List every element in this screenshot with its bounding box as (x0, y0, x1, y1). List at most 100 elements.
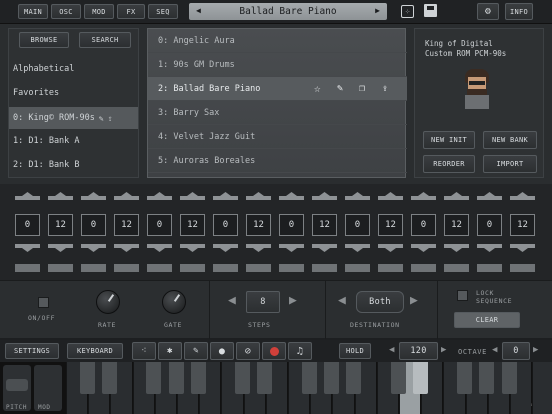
prev-preset-arrow-icon[interactable]: ◀ (196, 6, 201, 15)
step-value[interactable]: 0 (411, 214, 436, 236)
import-button[interactable]: IMPORT (483, 155, 537, 173)
step-value[interactable]: 0 (345, 214, 370, 236)
step-gate-bar[interactable] (147, 264, 172, 272)
lock-sequence-checkbox[interactable] (457, 290, 468, 301)
step-value[interactable]: 12 (378, 214, 403, 236)
step-gate-bar[interactable] (312, 264, 337, 272)
octave-increase-icon[interactable]: ▶ (533, 345, 538, 355)
tab-mod[interactable]: MOD (84, 4, 114, 19)
step-gate-bar[interactable] (15, 264, 40, 272)
step-increase-icon[interactable] (378, 192, 403, 200)
step-gate-bar[interactable] (114, 264, 139, 272)
bluetooth-icon[interactable]: ✱ (158, 342, 182, 360)
destination-decrease-icon[interactable]: ◀ (338, 293, 346, 308)
steps-decrease-icon[interactable]: ◀ (228, 293, 236, 308)
step-value[interactable]: 0 (477, 214, 502, 236)
browser-item-alphabetical[interactable]: Alphabetical (9, 61, 138, 77)
step-increase-icon[interactable] (48, 192, 73, 200)
step-gate-bar[interactable] (213, 264, 238, 272)
browser-item-king-rom[interactable]: 0: King© ROM-90s ✎ ⇪ (9, 107, 138, 129)
star-icon[interactable]: ☆ (314, 82, 321, 95)
step-gate-bar[interactable] (246, 264, 271, 272)
step-gate-bar[interactable] (345, 264, 370, 272)
info-button[interactable]: INFO (505, 3, 533, 20)
step-value[interactable]: 12 (114, 214, 139, 236)
steps-increase-icon[interactable]: ▶ (289, 293, 297, 308)
step-gate-bar[interactable] (477, 264, 502, 272)
white-key[interactable] (532, 362, 552, 414)
step-increase-icon[interactable] (246, 192, 271, 200)
step-increase-icon[interactable] (15, 192, 40, 200)
copy-icon[interactable]: ❐ (359, 83, 365, 94)
step-value[interactable]: 0 (15, 214, 40, 236)
step-gate-bar[interactable] (279, 264, 304, 272)
black-key[interactable] (412, 362, 428, 394)
preset-name-display[interactable]: ◀ Ballad Bare Piano ▶ (189, 3, 387, 20)
destination-value[interactable]: Both (356, 291, 404, 313)
step-value[interactable]: 0 (213, 214, 238, 236)
step-increase-icon[interactable] (312, 192, 337, 200)
step-increase-icon[interactable] (444, 192, 469, 200)
next-preset-arrow-icon[interactable]: ▶ (375, 6, 380, 15)
octave-value[interactable]: 0 (502, 342, 530, 360)
step-decrease-icon[interactable] (15, 244, 40, 252)
octave-decrease-icon[interactable]: ◀ (492, 345, 497, 355)
tempo-increase-icon[interactable]: ▶ (441, 345, 446, 355)
gate-knob[interactable] (162, 290, 186, 314)
step-decrease-icon[interactable] (246, 244, 271, 252)
black-key[interactable] (346, 362, 362, 394)
step-decrease-icon[interactable] (444, 244, 469, 252)
step-increase-icon[interactable] (345, 192, 370, 200)
step-increase-icon[interactable] (510, 192, 535, 200)
step-increase-icon[interactable] (213, 192, 238, 200)
step-increase-icon[interactable] (279, 192, 304, 200)
black-key[interactable] (190, 362, 206, 394)
settings-button[interactable]: SETTINGS (5, 343, 59, 359)
black-key[interactable] (168, 362, 184, 394)
reorder-button[interactable]: REORDER (423, 155, 475, 173)
edit-icon[interactable]: ✎ (337, 83, 343, 94)
preset-row[interactable]: 1: 90s GM Drums (148, 53, 407, 77)
preset-row[interactable]: 4: Velvet Jazz Guit (148, 125, 407, 149)
black-key[interactable] (257, 362, 273, 394)
arpeggiator-icon[interactable]: ⁖ (132, 342, 156, 360)
black-key[interactable] (390, 362, 406, 394)
dice-icon[interactable]: ⁘ (401, 5, 414, 18)
step-gate-bar[interactable] (411, 264, 436, 272)
new-bank-button[interactable]: NEW BANK (483, 131, 537, 149)
piano-icon[interactable]: ♫ (288, 342, 312, 360)
step-gate-bar[interactable] (510, 264, 535, 272)
edit-icon[interactable]: ✎ (99, 114, 104, 123)
browser-item-bank-a[interactable]: 1: D1: Bank A (9, 133, 138, 149)
step-increase-icon[interactable] (147, 192, 172, 200)
record-red-icon[interactable] (262, 342, 286, 360)
black-key[interactable] (479, 362, 495, 394)
step-decrease-icon[interactable] (378, 244, 403, 252)
tab-main[interactable]: MAIN (18, 4, 48, 19)
step-decrease-icon[interactable] (180, 244, 205, 252)
black-key[interactable] (501, 362, 517, 394)
step-decrease-icon[interactable] (510, 244, 535, 252)
step-value[interactable]: 12 (510, 214, 535, 236)
keyboard-button[interactable]: KEYBOARD (67, 343, 123, 359)
step-increase-icon[interactable] (180, 192, 205, 200)
steps-value[interactable]: 8 (246, 291, 280, 313)
step-decrease-icon[interactable] (114, 244, 139, 252)
browser-item-bank-b[interactable]: 2: D1: Bank B (9, 157, 138, 173)
step-gate-bar[interactable] (180, 264, 205, 272)
share-icon[interactable]: ⇪ (382, 83, 388, 94)
step-decrease-icon[interactable] (312, 244, 337, 252)
step-value[interactable]: 12 (48, 214, 73, 236)
preset-row[interactable]: 0: Angelic Aura (148, 29, 407, 53)
black-key[interactable] (235, 362, 251, 394)
black-key[interactable] (301, 362, 317, 394)
step-value[interactable]: 12 (312, 214, 337, 236)
preset-row[interactable]: 5: Auroras Boreales (148, 149, 407, 173)
record-icon[interactable]: ● (210, 342, 234, 360)
destination-increase-icon[interactable]: ▶ (410, 293, 418, 308)
hold-button[interactable]: HOLD (339, 343, 371, 359)
step-decrease-icon[interactable] (477, 244, 502, 252)
tab-osc[interactable]: OSC (51, 4, 81, 19)
step-decrease-icon[interactable] (147, 244, 172, 252)
onoff-toggle[interactable] (38, 297, 49, 308)
